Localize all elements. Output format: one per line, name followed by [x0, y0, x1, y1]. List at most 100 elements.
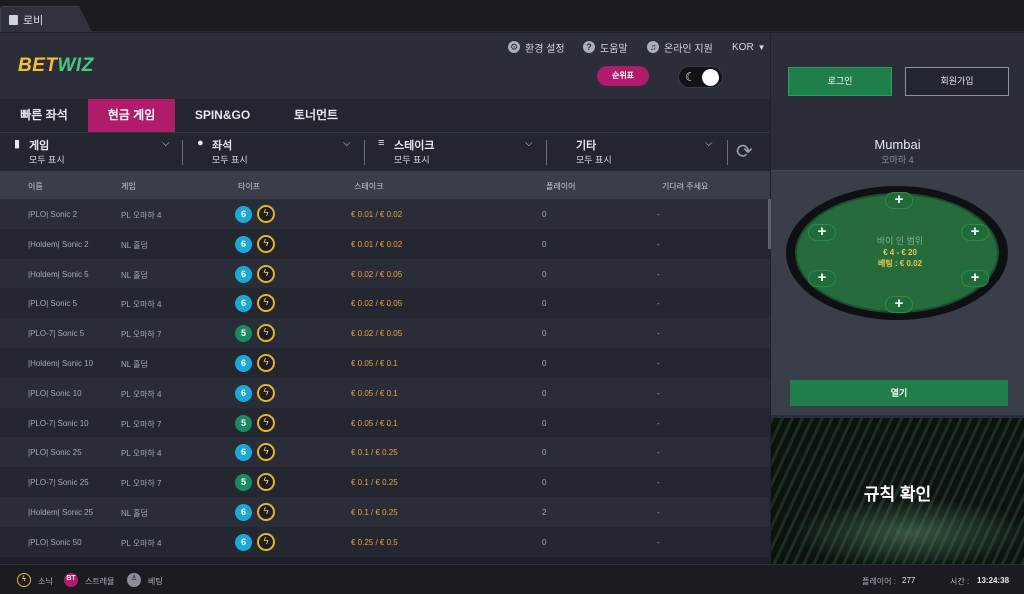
seats-badge: 6 [235, 206, 252, 223]
filter-game-value: 모두 표시 [29, 155, 65, 165]
table-row[interactable]: |PLO-7| Sonic 10 PL 오마하 7 € 0.05 / € 0.1 0 -… [0, 407, 770, 438]
filter-seats-label: 좌석 [212, 140, 233, 152]
seat-plus-button[interactable]: + [961, 270, 989, 287]
table-row[interactable]: |Holdem| Sonic 10 NL 홀덤 € 0.05 / € 0.1 0 - 6 ϟ [0, 347, 770, 378]
row-stake: € 0.01 / € 0.02 [351, 239, 403, 249]
help-link[interactable]: ? 도움말 [583, 39, 628, 55]
window-tab-lobby[interactable]: 로비 [0, 6, 92, 32]
tab-cash-game[interactable]: 현금 게임 [88, 99, 175, 132]
row-players: 2 [542, 507, 547, 517]
list-scrollbar[interactable] [768, 199, 771, 249]
seat-plus-button[interactable]: + [808, 224, 836, 241]
legend-sonic: 소닉 [38, 577, 53, 586]
row-stake: € 0.1 / € 0.25 [351, 478, 398, 488]
brand-logo[interactable]: BETWIZ [18, 55, 94, 77]
seat-plus-button[interactable]: + [885, 192, 913, 209]
row-name: |PLO| Sonic 5 [28, 299, 78, 309]
seat-plus-button[interactable]: + [885, 296, 913, 313]
row-stake: € 0.05 / € 0.1 [351, 418, 398, 428]
settings-link[interactable]: ⚙ 환경 설정 [508, 39, 565, 55]
bolt-icon: ϟ [257, 324, 275, 343]
table-row[interactable]: |PLO| Sonic 5 PL 오마하 4 € 0.02 / € 0.05 0 - 6 ϟ [0, 288, 770, 319]
refresh-icon[interactable]: ⟳ [736, 139, 753, 164]
row-players: 0 [542, 388, 547, 398]
buyin-label: 바이 인 범위 [876, 236, 924, 246]
table-row[interactable]: |Holdem| Sonic 2 NL 홀덤 € 0.01 / € 0.02 0 - 6 ϟ [0, 228, 770, 259]
table-row[interactable]: |PLO| Sonic 25 PL 오마하 4 € 0.1 / € 0.25 0 - 6 ϟ [0, 437, 770, 468]
leaderboard-button[interactable]: 순위표 [597, 66, 649, 86]
game-tabs: 빠른 좌석 현금 게임 SPIN&GO 토너먼트 [0, 99, 770, 132]
col-name[interactable]: 이름 [28, 181, 43, 192]
open-table-button[interactable]: 열기 [790, 380, 1008, 406]
row-waiting: - [657, 239, 660, 249]
tab-tournament[interactable]: 토너먼트 [270, 99, 362, 132]
language-select[interactable]: KOR ▼ [732, 39, 766, 55]
login-button[interactable]: 로그인 [788, 67, 892, 96]
chevron-down-icon: ⌵ [162, 138, 170, 149]
row-players: 0 [542, 358, 547, 368]
table-row[interactable]: |PLO| Sonic 50 PL 오마하 4 € 0.25 / € 0.5 0 - 6 ϟ [0, 526, 770, 557]
tab-spin-and-go[interactable]: SPIN&GO [175, 99, 270, 132]
legend-streaming: 스트레뮬 [85, 577, 115, 586]
row-stake: € 0.05 / € 0.1 [351, 358, 398, 368]
cards-icon: ▮ [14, 138, 21, 150]
seats-badge: 6 [235, 444, 252, 462]
row-waiting: - [657, 358, 660, 368]
row-game: NL 홀덤 [121, 270, 148, 280]
help-label: 도움말 [600, 43, 628, 55]
filter-other-label: 기타 [576, 140, 597, 152]
rules-banner-text: 규칙 확인 [863, 485, 932, 504]
support-label: 온라인 지원 [664, 43, 713, 55]
bolt-icon: ϟ [257, 205, 275, 223]
row-game: NL 홀덤 [121, 240, 148, 250]
col-game[interactable]: 게임 [121, 181, 136, 192]
window-tabstrip [0, 0, 1024, 32]
row-stake: € 0.02 / € 0.05 [351, 299, 403, 309]
filter-stakes[interactable]: ≡ 스테이크 모두 표시 ⌵ [365, 133, 545, 172]
row-name: |PLO-7| Sonic 25 [28, 478, 89, 488]
rules-banner[interactable]: 규칙 확인 [771, 418, 1024, 564]
seats-badge: 6 [235, 235, 252, 253]
support-link[interactable]: ♫ 온라인 지원 [647, 39, 713, 55]
row-game: NL 홀덤 [121, 508, 148, 518]
signup-button[interactable]: 회원가입 [905, 67, 1009, 96]
filter-other-value: 모두 표시 [576, 155, 612, 165]
row-waiting: - [657, 478, 660, 488]
table-row[interactable]: |Holdem| Sonic 25 NL 홀덤 € 0.1 / € 0.25 2 - 6 ϟ [0, 496, 770, 527]
row-stake: € 0.1 / € 0.25 [351, 448, 398, 458]
col-stake[interactable]: 스테이크 [354, 181, 383, 192]
lobby-icon [9, 15, 18, 25]
col-players[interactable]: 플레이어 [546, 181, 575, 192]
table-row[interactable]: |PLO| Sonic 10 PL 오마하 4 € 0.05 / € 0.1 0 - 6 ϟ [0, 377, 770, 408]
filter-game[interactable]: ▮ 게임 모두 표시 ⌵ [0, 133, 180, 172]
row-game: PL 오마하 7 [121, 330, 162, 340]
filter-other[interactable]: 기타 모두 표시 ⌵ [547, 133, 727, 172]
tab-quick-seat[interactable]: 빠른 좌석 [0, 99, 88, 132]
seat-plus-button[interactable]: + [808, 270, 836, 287]
col-type[interactable]: 타이프 [238, 181, 260, 192]
streaming-icon: BT [64, 573, 78, 587]
row-players: 0 [542, 537, 547, 547]
table-row[interactable]: |PLO-7| Sonic 5 PL 오마하 7 € 0.02 / € 0.05 0 -… [0, 318, 770, 348]
settings-label: 환경 설정 [525, 43, 565, 55]
bolt-icon: ϟ [257, 234, 275, 253]
seats-badge: 6 [235, 384, 252, 402]
table-row[interactable]: |PLO-7| Sonic 25 PL 오마하 7 € 0.1 / € 0.25 0 -… [0, 467, 770, 497]
col-waiting[interactable]: 기다려 주세요 [662, 181, 708, 192]
row-stake: € 0.02 / € 0.05 [351, 329, 403, 339]
row-game: NL 홀덤 [121, 359, 148, 369]
table-row[interactable]: |Holdem| Sonic 5 NL 홀덤 € 0.02 / € 0.05 0 - 6 ϟ [0, 258, 770, 289]
seats-badge: 5 [235, 325, 252, 343]
bolt-icon: ϟ [257, 443, 275, 462]
filter-seats[interactable]: ● 좌석 모두 표시 ⌵ [183, 133, 363, 172]
seat-plus-button[interactable]: + [961, 224, 989, 241]
row-players: 0 [542, 299, 547, 309]
table-row[interactable]: |PLO| Sonic 2 PL 오마하 4 € 0.01 / € 0.02 0 - 6 ϟ [0, 199, 770, 229]
row-waiting: - [657, 448, 660, 458]
buyin-range: € 4 - € 20 [883, 248, 917, 257]
row-waiting: - [657, 537, 660, 547]
row-name: |PLO| Sonic 25 [28, 448, 82, 458]
language-label: KOR [732, 41, 754, 53]
dark-mode-toggle[interactable]: ☾ [678, 66, 723, 88]
row-stake: € 0.1 / € 0.25 [351, 507, 398, 517]
